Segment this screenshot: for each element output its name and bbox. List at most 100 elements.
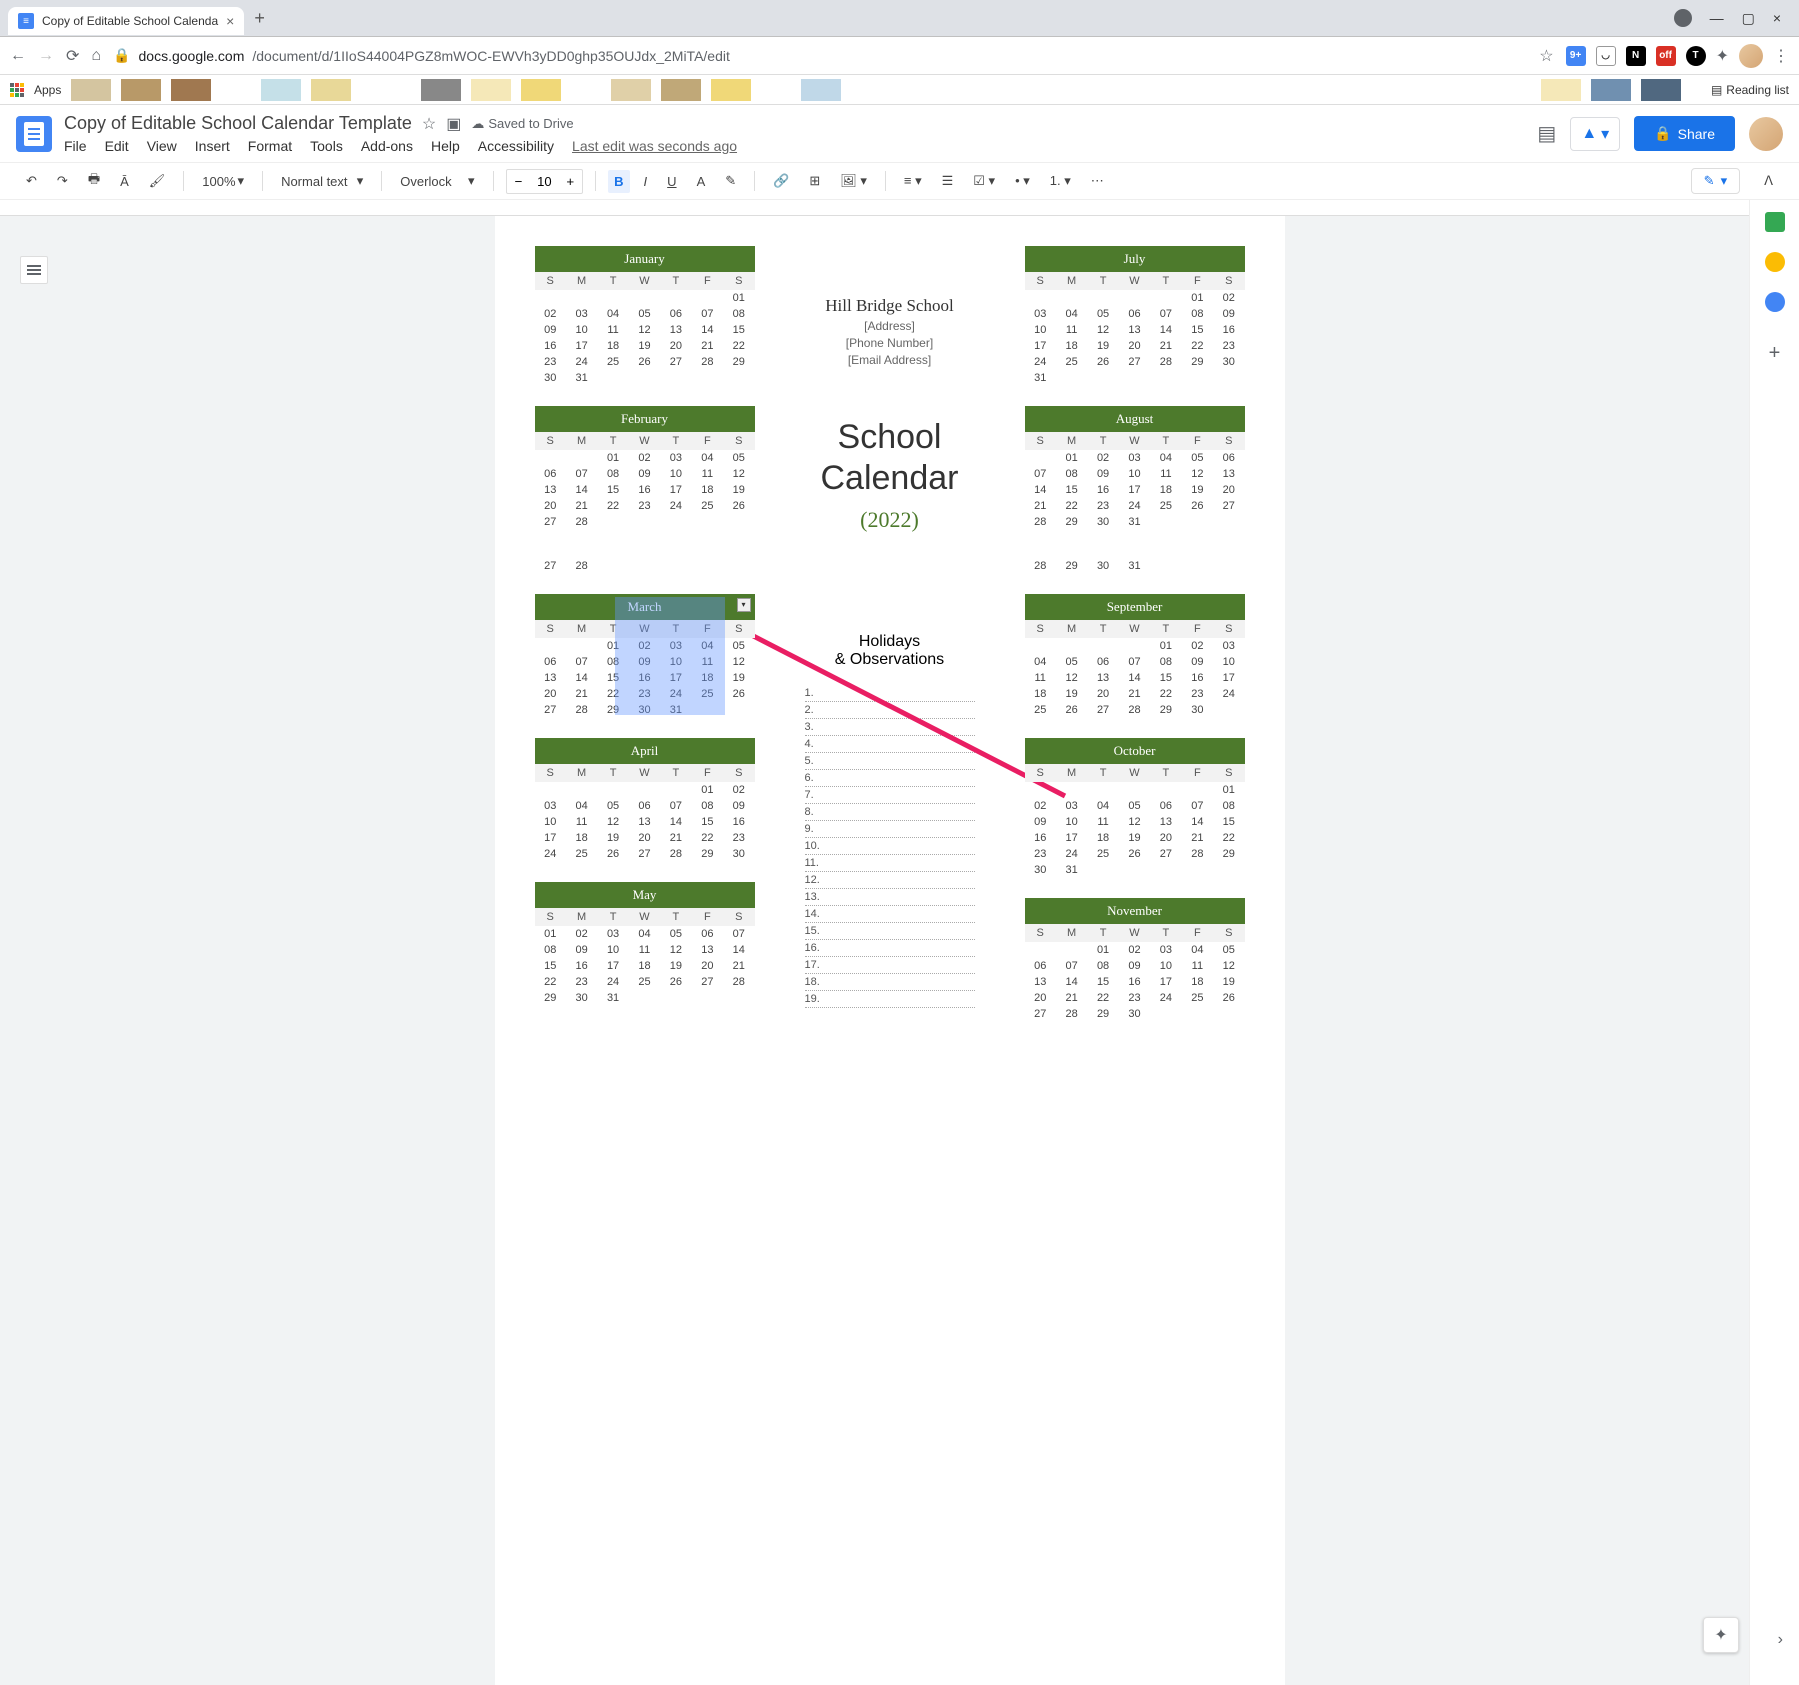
holiday-line[interactable]: 15. [805,923,975,940]
tasks-sideapp-icon[interactable] [1765,292,1785,312]
holiday-line[interactable]: 8. [805,804,975,821]
holiday-line[interactable]: 10. [805,838,975,855]
menu-addons[interactable]: Add-ons [361,138,413,154]
holiday-line[interactable]: 1. [805,685,975,702]
profile-avatar[interactable] [1739,44,1763,68]
font-size-input[interactable] [530,174,558,189]
account-avatar[interactable] [1749,117,1783,151]
comment-add-icon[interactable]: ⊞ [803,169,826,193]
back-icon[interactable]: ← [10,47,26,65]
comments-icon[interactable]: ▤ [1537,121,1556,146]
reload-icon[interactable]: ⟳ [66,46,79,66]
line-spacing-icon[interactable]: ☰ [936,169,960,193]
holiday-line[interactable]: 2. [805,702,975,719]
font-dropdown[interactable]: Overlock ▾ [394,169,480,193]
bold-icon[interactable]: B [608,170,629,193]
extension-t-icon[interactable]: T [1686,46,1706,66]
month-header[interactable]: November [1025,898,1245,924]
bookmark-swatch[interactable] [121,79,161,101]
holiday-line[interactable]: 3. [805,719,975,736]
forward-icon[interactable]: → [38,47,54,65]
explore-button[interactable]: ✦ [1703,1617,1739,1653]
more-tools-icon[interactable]: ⋯ [1085,169,1110,193]
bookmark-swatch[interactable] [171,79,211,101]
maximize-icon[interactable]: ▢ [1742,10,1755,27]
holiday-line[interactable]: 5. [805,753,975,770]
close-tab-icon[interactable]: × [226,13,234,29]
holiday-line[interactable]: 9. [805,821,975,838]
text-color-icon[interactable]: A [691,170,712,193]
apps-icon[interactable] [10,83,24,97]
keep-sideapp-icon[interactable] [1765,252,1785,272]
month-header[interactable]: May [535,882,755,908]
adblock-icon[interactable]: off [1656,46,1676,66]
editing-mode-button[interactable]: ✎ ▾ [1691,168,1740,194]
move-document-icon[interactable]: ▣ [446,114,461,134]
bookmark-swatch[interactable] [311,79,351,101]
holiday-line[interactable]: 6. [805,770,975,787]
spellcheck-icon[interactable]: Ā [114,170,135,193]
menu-file[interactable]: File [64,138,87,154]
bookmark-swatch[interactable] [521,79,561,101]
extension-icon[interactable]: 9+ [1566,46,1586,66]
docs-logo[interactable] [16,116,52,152]
style-dropdown[interactable]: Normal text ▾ [275,169,369,193]
italic-icon[interactable]: I [638,170,654,193]
format-paint-icon[interactable]: 🖌 [143,169,172,193]
month-header[interactable]: October [1025,738,1245,764]
outline-toggle-icon[interactable] [20,256,48,284]
month-header[interactable]: April [535,738,755,764]
bookmark-swatch[interactable] [421,79,461,101]
zoom-dropdown[interactable]: 100% ▾ [196,169,250,193]
bookmark-swatch[interactable] [1591,79,1631,101]
ruler[interactable] [0,200,1749,216]
close-window-icon[interactable]: × [1773,10,1781,26]
underline-icon[interactable]: U [661,170,682,193]
bookmark-swatch[interactable] [261,79,301,101]
menu-accessibility[interactable]: Accessibility [478,138,554,154]
holiday-line[interactable]: 14. [805,906,975,923]
bullet-list-icon[interactable]: • ▾ [1009,169,1036,193]
font-size-increase[interactable]: + [558,170,582,193]
document-title[interactable]: Copy of Editable School Calendar Templat… [64,113,412,134]
bookmark-swatch[interactable] [471,79,511,101]
holiday-line[interactable]: 12. [805,872,975,889]
reading-list-button[interactable]: ▤ Reading list [1711,83,1789,97]
present-button[interactable]: ▲▾ [1570,117,1620,151]
menu-insert[interactable]: Insert [195,138,230,154]
align-icon[interactable]: ≡ ▾ [898,169,928,193]
bookmark-swatch[interactable] [71,79,111,101]
numbered-list-icon[interactable]: 1. ▾ [1044,169,1077,193]
menu-format[interactable]: Format [248,138,292,154]
star-icon[interactable]: ☆ [1539,46,1553,66]
bookmark-swatch[interactable] [1541,79,1581,101]
holiday-line[interactable]: 16. [805,940,975,957]
extensions-puzzle-icon[interactable]: ✦ [1716,46,1729,66]
apps-label[interactable]: Apps [34,83,61,97]
pocket-icon[interactable]: ◡ [1596,46,1616,66]
highlight-icon[interactable]: ✎ [719,169,742,193]
bookmark-swatch[interactable] [611,79,651,101]
holiday-line[interactable]: 17. [805,957,975,974]
link-icon[interactable]: 🔗 [767,169,795,193]
month-header[interactable]: January [535,246,755,272]
document-page[interactable]: JanuarySMTWTFS01020304050607080910111213… [495,216,1285,1685]
menu-view[interactable]: View [147,138,177,154]
document-canvas[interactable]: JanuarySMTWTFS01020304050607080910111213… [0,216,1749,1685]
menu-tools[interactable]: Tools [310,138,343,154]
bookmark-swatch[interactable] [711,79,751,101]
holiday-line[interactable]: 4. [805,736,975,753]
add-sideapp-icon[interactable]: + [1769,342,1781,365]
new-tab-button[interactable]: + [244,8,275,29]
print-icon[interactable]: 🖶 [82,166,106,196]
hide-sidepanel-icon[interactable]: › [1778,1631,1783,1649]
dropdown-icon[interactable]: ▾ [737,598,751,612]
browser-tab[interactable]: ≡ Copy of Editable School Calenda × [8,7,244,35]
month-header[interactable]: February [535,406,755,432]
menu-help[interactable]: Help [431,138,460,154]
month-header[interactable]: March▾ [535,594,755,620]
holiday-line[interactable]: 13. [805,889,975,906]
notion-icon[interactable]: N [1626,46,1646,66]
calendar-sideapp-icon[interactable] [1765,212,1785,232]
holiday-line[interactable]: 7. [805,787,975,804]
